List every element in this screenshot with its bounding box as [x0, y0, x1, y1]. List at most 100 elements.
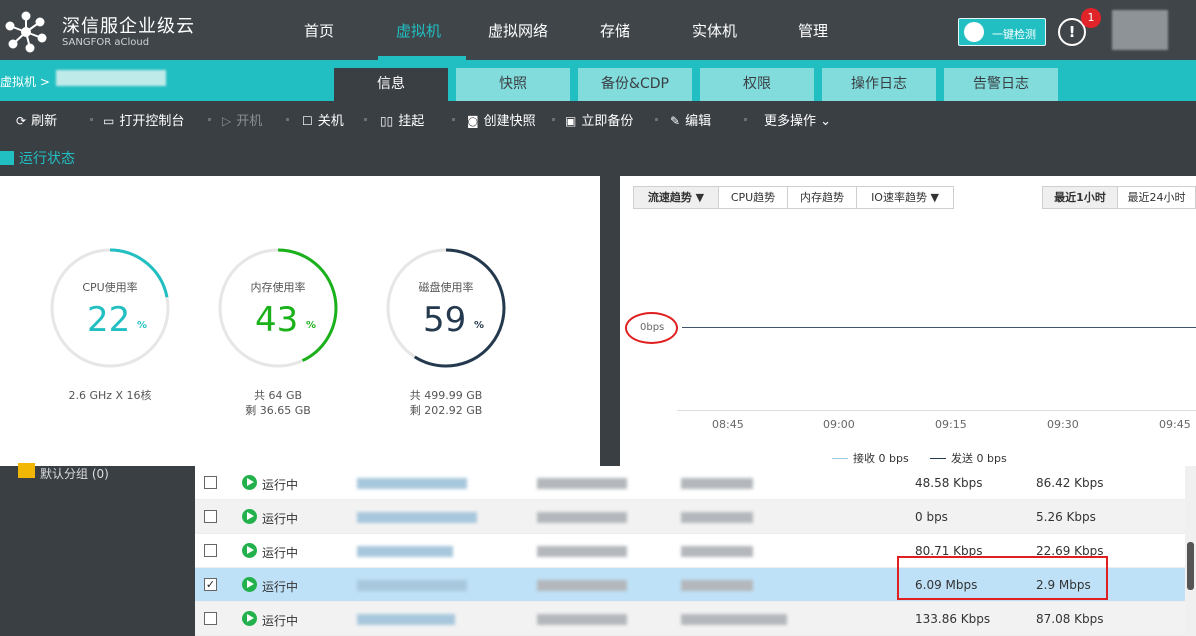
tab-memory-trend[interactable]: 内存趋势 — [787, 186, 857, 209]
table-row[interactable]: 运行中 0 bps 5.26 Kbps — [195, 500, 1185, 534]
range-24-hours[interactable]: 最近24小时 — [1117, 186, 1196, 209]
row-checkbox[interactable]: ✓ — [204, 578, 217, 591]
memory-usage-value: 43 — [255, 300, 299, 340]
range-1-hour[interactable]: 最近1小时 — [1042, 186, 1118, 209]
tree-item-default-group[interactable]: 默认分组 (0) — [40, 465, 109, 482]
resource-usage-panel: CPU使用率 22 % 2.6 GHz X 16核 内存使用率 43 % 共 6… — [0, 176, 600, 466]
memory-usage-unit: % — [306, 320, 317, 331]
folder-icon — [18, 463, 35, 478]
camera-icon: ◙ — [467, 114, 479, 128]
app-subtitle: SANGFOR aCloud — [62, 37, 150, 48]
status-text: 运行中 — [262, 546, 299, 560]
chevron-down-icon: ⌄ — [816, 114, 832, 129]
running-icon — [242, 577, 257, 592]
backup-now-button[interactable]: ▣ 立即备份 — [565, 110, 633, 129]
disk-usage-value: 59 — [423, 300, 467, 340]
annotation-circle — [625, 312, 678, 344]
x-tick: 08:45 — [712, 418, 744, 431]
x-tick: 09:00 — [823, 418, 855, 431]
x-tick: 09:45 — [1159, 418, 1191, 431]
console-icon: ▭ — [103, 114, 115, 128]
row-checkbox[interactable] — [204, 510, 217, 523]
cpu-usage-unit: % — [137, 320, 148, 331]
backup-icon: ▣ — [565, 114, 577, 128]
tab-info[interactable]: 信息 — [334, 68, 448, 101]
open-console-button[interactable]: ▭ 打开控制台 — [103, 110, 184, 129]
alert-count-badge: 1 — [1081, 8, 1101, 28]
play-icon: ▷ — [222, 114, 232, 128]
tx-rate: 87.08 Kbps — [1036, 612, 1104, 626]
one-click-check-label: 一键检测 — [992, 28, 1036, 41]
table-row[interactable]: 运行中 133.86 Kbps 87.08 Kbps — [195, 602, 1185, 636]
disk-gauge-title: 磁盘使用率 — [418, 281, 474, 294]
tab-operation-log[interactable]: 操作日志 — [822, 68, 936, 101]
sangfor-logo-icon — [5, 11, 47, 53]
rx-rate: 0 bps — [915, 510, 948, 524]
one-click-check-button[interactable]: 一键检测 — [958, 18, 1046, 46]
power-on-button[interactable]: ▷ 开机 — [222, 110, 262, 129]
memory-spec: 共 64 GB 剩 36.65 GB — [245, 389, 311, 417]
power-off-button[interactable]: ☐ 关机 — [302, 110, 344, 129]
tab-permission[interactable]: 权限 — [700, 68, 814, 101]
nav-manage[interactable]: 管理 — [798, 20, 828, 41]
vm-toolbar: ⟳ 刷新 ▭ 打开控制台 ▷ 开机 ☐ 关机 ▯▯ 挂起 ◙ 创建快照 ▣ 立即备份 ✎ 编辑 … — [0, 101, 1196, 135]
nav-vm[interactable]: 虚拟机 — [396, 20, 441, 41]
nav-home[interactable]: 首页 — [304, 20, 334, 41]
table-row[interactable]: 运行中 48.58 Kbps 86.42 Kbps — [195, 466, 1185, 500]
status-text: 运行中 — [262, 478, 299, 492]
series-line — [682, 327, 1196, 328]
running-icon — [242, 509, 257, 524]
highlight-annotation-box — [897, 556, 1108, 600]
vm-table: 运行中 48.58 Kbps 86.42 Kbps 运行中 0 bps 5.26… — [195, 466, 1185, 636]
row-checkbox[interactable] — [204, 544, 217, 557]
refresh-button[interactable]: ⟳ 刷新 — [16, 110, 57, 129]
refresh-icon: ⟳ — [16, 114, 27, 128]
tab-alarm-log[interactable]: 告警日志 — [944, 68, 1058, 101]
nav-storage[interactable]: 存储 — [600, 20, 630, 41]
row-checkbox[interactable] — [204, 612, 217, 625]
scrollbar-thumb[interactable] — [1187, 542, 1194, 590]
disk-usage-gauge: 磁盘使用率 59 % — [384, 246, 508, 370]
tab-backup-cdp[interactable]: 备份&CDP — [578, 68, 692, 101]
status-text: 运行中 — [262, 580, 299, 594]
stop-icon: ☐ — [302, 114, 313, 128]
running-icon — [242, 475, 257, 490]
tab-snapshot[interactable]: 快照 — [456, 68, 570, 101]
traffic-trend-panel: 流速趋势 ▼ CPU趋势 内存趋势 IO速率趋势 ▼ 最近1小时 最近24小时 … — [620, 176, 1196, 466]
tx-rate: 5.26 Kbps — [1036, 510, 1096, 524]
edit-button[interactable]: ✎ 编辑 — [670, 110, 711, 129]
status-text: 运行中 — [262, 512, 299, 526]
legend-send: 发送 0 bps — [930, 450, 1007, 466]
group-tree — [0, 466, 195, 636]
cpu-gauge-title: CPU使用率 — [82, 281, 138, 294]
status-text: 运行中 — [262, 614, 299, 628]
section-title: 运行状态 — [0, 148, 75, 168]
app-title: 深信服企业级云 — [62, 16, 195, 37]
nav-virtual-network[interactable]: 虚拟网络 — [488, 20, 548, 41]
check-icon — [964, 22, 984, 42]
panel-gap — [600, 176, 620, 466]
cpu-usage-value: 22 — [87, 300, 131, 340]
memory-usage-gauge: 内存使用率 43 % — [216, 246, 340, 370]
x-tick: 09:15 — [935, 418, 967, 431]
edit-icon: ✎ — [670, 114, 681, 128]
section-marker — [0, 151, 14, 165]
cpu-spec: 2.6 GHz X 16核 — [68, 389, 152, 402]
memory-gauge-title: 内存使用率 — [250, 281, 306, 294]
nav-physical[interactable]: 实体机 — [692, 20, 737, 41]
more-actions-dropdown[interactable]: 更多操作 ⌄ — [764, 110, 831, 129]
user-avatar[interactable] — [1112, 10, 1168, 50]
tab-traffic-trend[interactable]: 流速趋势 ▼ — [633, 186, 719, 209]
rx-rate: 48.58 Kbps — [915, 476, 983, 490]
create-snapshot-button[interactable]: ◙ 创建快照 — [467, 110, 536, 129]
rx-rate: 133.86 Kbps — [915, 612, 991, 626]
vm-tab-bar: 虚拟机 > 信息 快照 备份&CDP 权限 操作日志 告警日志 — [0, 60, 1196, 101]
tab-cpu-trend[interactable]: CPU趋势 — [718, 186, 788, 209]
running-icon — [242, 611, 257, 626]
tab-io-trend[interactable]: IO速率趋势 ▼ — [856, 186, 954, 209]
suspend-button[interactable]: ▯▯ 挂起 — [380, 110, 424, 129]
pause-icon: ▯▯ — [380, 114, 394, 128]
row-checkbox[interactable] — [204, 476, 217, 489]
cpu-usage-gauge: CPU使用率 22 % — [48, 246, 172, 370]
breadcrumb[interactable]: 虚拟机 > — [0, 73, 50, 90]
